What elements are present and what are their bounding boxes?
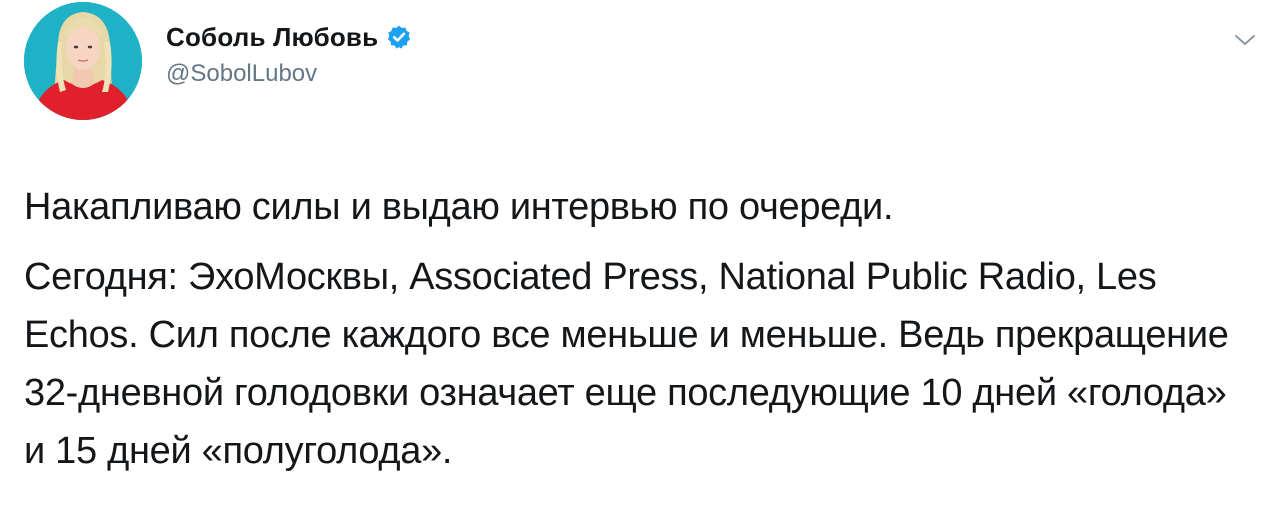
tweet: Соболь Любовь @SobolLubov Накапливаю сил… [0, 0, 1267, 519]
author-handle[interactable]: @SobolLubov [166, 60, 412, 88]
verified-badge-icon [386, 24, 412, 50]
display-name-row: Соболь Любовь [166, 20, 412, 54]
author-names: Соболь Любовь @SobolLubov [166, 20, 412, 88]
chevron-down-icon [1235, 35, 1255, 45]
tweet-header: Соболь Любовь @SobolLubov [24, 0, 1255, 125]
display-name[interactable]: Соболь Любовь [166, 22, 378, 53]
tweet-paragraph: Накапливаю силы и выдаю интервью по очер… [24, 186, 894, 228]
avatar[interactable] [24, 2, 142, 120]
avatar-image [24, 2, 142, 120]
tweet-menu-button[interactable] [1230, 25, 1260, 55]
tweet-text: Накапливаю силы и выдаю интервью по очер… [24, 178, 1254, 480]
tweet-paragraph: Сегодня: ЭхоМосквы, Associated Press, Na… [24, 256, 1229, 472]
